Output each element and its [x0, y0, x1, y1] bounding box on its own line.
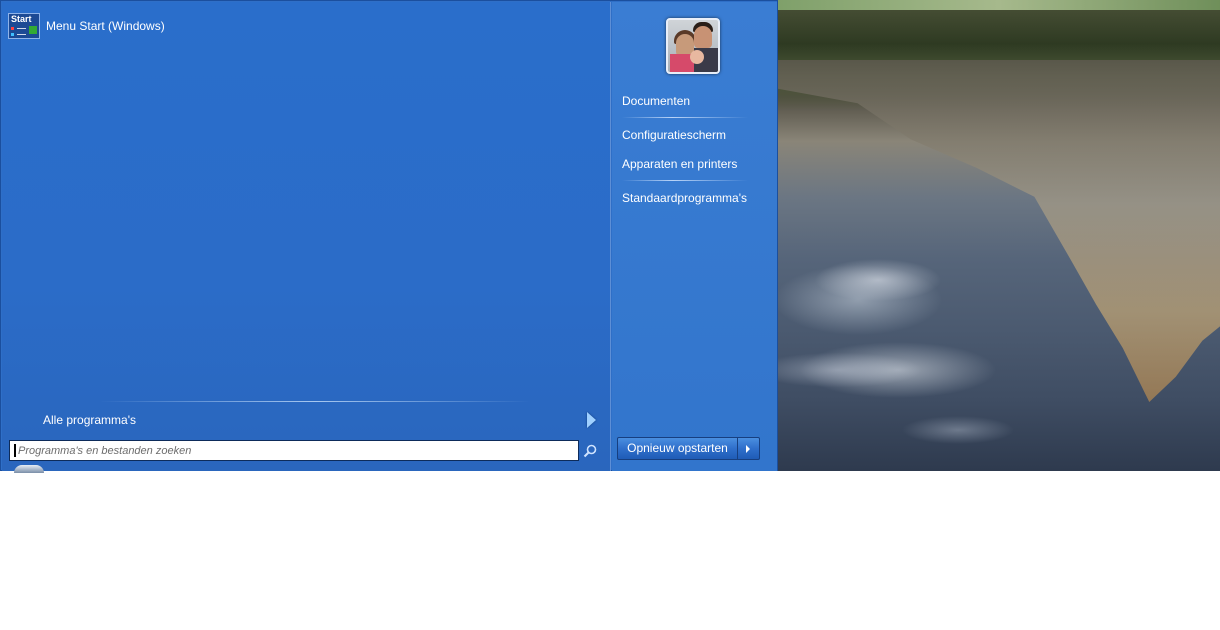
link-configuratiescherm[interactable]: Configuratiescherm — [622, 124, 772, 146]
start-orb-icon[interactable] — [14, 465, 44, 473]
all-programs-label: Alle programma's — [43, 413, 136, 427]
chevron-right-icon — [746, 445, 750, 453]
program-item-menu-start[interactable]: Start Menu Start (Windows) — [8, 12, 308, 40]
search-icon[interactable] — [583, 444, 597, 458]
all-programs-button[interactable]: Alle programma's — [10, 408, 600, 432]
all-programs-separator — [100, 401, 530, 402]
search-box[interactable] — [9, 440, 579, 461]
wallpaper-cloud-reflection — [778, 220, 1078, 460]
wallpaper-shore — [778, 0, 1220, 10]
desktop-wallpaper — [778, 0, 1220, 471]
user-picture[interactable] — [666, 18, 720, 74]
program-item-label: Menu Start (Windows) — [46, 19, 165, 33]
places-separator — [622, 180, 748, 181]
link-standaardprogrammas[interactable]: Standaardprogramma's — [622, 187, 772, 209]
places-separator — [622, 117, 748, 118]
link-documenten[interactable]: Documenten — [622, 90, 772, 112]
shutdown-options-button[interactable] — [737, 437, 760, 460]
start-menu-app-icon-text: Start — [11, 14, 32, 24]
start-menu-app-icon: Start — [8, 13, 40, 39]
link-apparaten-en-printers[interactable]: Apparaten en printers — [622, 153, 772, 175]
arrow-right-icon — [587, 412, 596, 428]
search-input[interactable] — [10, 441, 576, 460]
restart-button[interactable]: Opnieuw opstarten — [617, 437, 738, 460]
